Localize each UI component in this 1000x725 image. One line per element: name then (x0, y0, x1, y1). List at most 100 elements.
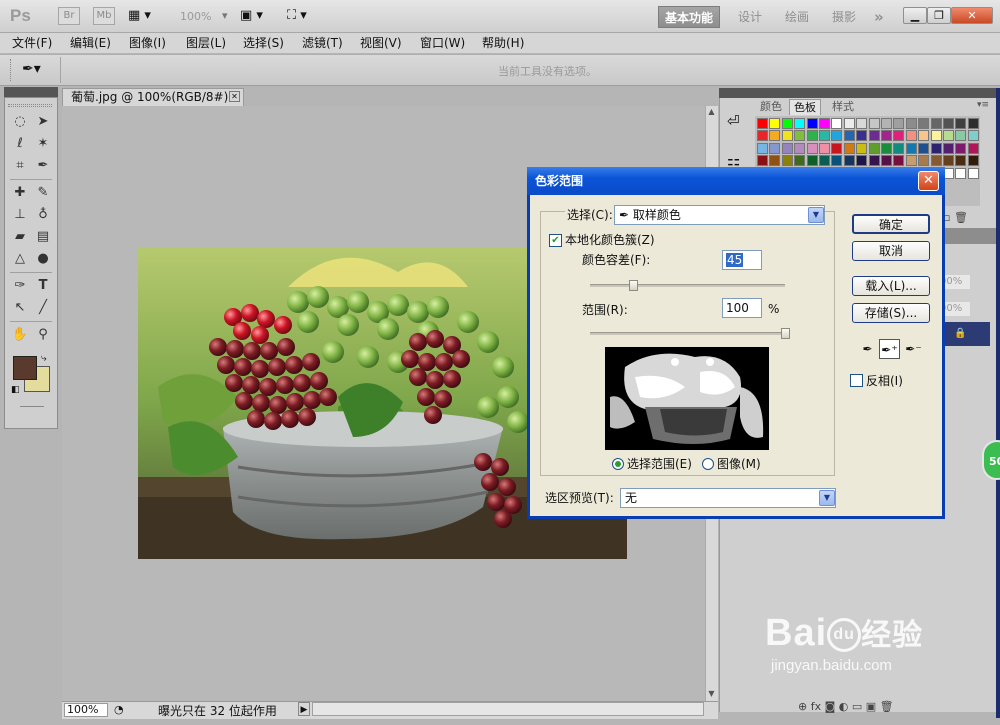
line-tool-icon[interactable]: ╱ (33, 298, 53, 318)
invert-checkbox[interactable] (850, 374, 863, 387)
gradient-tool-icon[interactable]: ▤ (33, 227, 53, 247)
tab-styles[interactable]: 样式 (828, 99, 858, 115)
fuzziness-slider-thumb[interactable] (628, 280, 638, 291)
color-swatch[interactable] (893, 155, 905, 167)
color-swatch[interactable] (955, 142, 967, 154)
swap-colors-icon[interactable]: ⤷ (41, 353, 47, 364)
blur-tool-icon[interactable]: △ (10, 249, 30, 269)
color-swatch[interactable] (794, 142, 806, 154)
brush-tool-icon[interactable]: ✎ (33, 183, 53, 203)
color-swatch[interactable] (967, 118, 979, 129)
color-swatch[interactable] (806, 155, 818, 167)
color-swatch[interactable] (868, 118, 880, 129)
color-swatch[interactable] (806, 142, 818, 154)
color-swatch[interactable] (819, 155, 830, 167)
color-swatch[interactable] (943, 118, 954, 129)
load-button[interactable]: 载入(L)... (852, 276, 930, 296)
color-swatch[interactable] (893, 142, 905, 154)
color-swatch[interactable] (781, 118, 793, 129)
fuzziness-slider-track[interactable] (590, 284, 785, 287)
color-swatch[interactable] (769, 118, 781, 129)
color-swatch[interactable] (819, 142, 830, 154)
floating-badge[interactable]: 50 (982, 440, 1000, 480)
color-swatch[interactable] (930, 118, 942, 129)
color-swatch[interactable] (930, 130, 942, 142)
color-swatch[interactable] (856, 142, 868, 154)
selection-preview-dropdown[interactable]: 无 (620, 488, 836, 508)
menu-filter[interactable]: 滤镜(T) (302, 35, 343, 51)
arrange-documents-dropdown[interactable]: ▣ ▾ (240, 8, 263, 23)
color-swatch[interactable] (905, 155, 917, 167)
default-colors-icon[interactable]: ◧ (11, 385, 20, 395)
type-tool-icon[interactable]: T (33, 276, 53, 296)
eyedropper-sample-icon[interactable]: ✒ (857, 339, 878, 359)
color-swatch[interactable] (868, 155, 880, 167)
toolbox-grip[interactable] (8, 104, 52, 107)
color-swatch[interactable] (794, 118, 806, 129)
toolbox-header[interactable] (4, 87, 58, 97)
color-swatch[interactable] (881, 130, 892, 142)
eyedropper-add-icon[interactable]: ✒⁺ (879, 339, 900, 359)
close-document-icon[interactable]: ✕ (229, 91, 240, 102)
color-swatch[interactable] (943, 155, 954, 167)
color-swatch[interactable] (856, 118, 868, 129)
color-swatch[interactable] (831, 142, 843, 154)
new-swatch-icon[interactable]: ▫ 🗑 (943, 211, 968, 224)
color-swatch[interactable] (955, 167, 967, 179)
fuzziness-input[interactable]: 45 (722, 250, 762, 270)
workspace-essentials[interactable]: 基本功能 (658, 6, 720, 28)
color-swatch[interactable] (868, 142, 880, 154)
tab-color[interactable]: 颜色 (756, 99, 786, 115)
color-swatch[interactable] (918, 118, 930, 129)
menu-window[interactable]: 窗口(W) (420, 35, 465, 51)
magic-wand-tool-icon[interactable]: ✶ (33, 134, 53, 154)
color-swatch[interactable] (905, 130, 917, 142)
color-swatch[interactable] (967, 130, 979, 142)
preview-image-radio[interactable] (702, 458, 714, 470)
color-swatch[interactable] (918, 130, 930, 142)
horizontal-scrollbar[interactable] (312, 702, 704, 716)
color-swatch[interactable] (806, 118, 818, 129)
scroll-down-arrow[interactable]: ▼ (705, 688, 718, 700)
move-tool-icon[interactable]: ➤ (33, 112, 53, 132)
color-swatch[interactable] (806, 130, 818, 142)
minimize-button[interactable]: ▁ (903, 7, 927, 24)
dialog-close-button[interactable]: ✕ (918, 171, 939, 191)
more-workspaces-button[interactable]: » (874, 8, 884, 26)
zoom-chevron-down-icon[interactable]: ▾ (222, 9, 228, 22)
healing-brush-tool-icon[interactable]: ✚ (10, 183, 30, 203)
screen-mode-dropdown[interactable]: ⛶ ▾ (287, 8, 307, 23)
color-swatch[interactable] (843, 130, 855, 142)
clone-stamp-tool-icon[interactable]: ⊥ (10, 205, 30, 225)
color-swatch[interactable] (955, 130, 967, 142)
color-swatch[interactable] (905, 118, 917, 129)
marquee-tool-icon[interactable]: ◌ (10, 112, 30, 132)
color-swatch[interactable] (905, 142, 917, 154)
menu-help[interactable]: 帮助(H) (482, 35, 524, 51)
history-panel-icon[interactable]: ⏎ (727, 112, 740, 130)
status-menu-arrow[interactable]: ▶ (298, 702, 310, 716)
path-selection-tool-icon[interactable]: ↖ (10, 298, 30, 318)
view-extras-dropdown[interactable]: ▦ ▾ (128, 8, 162, 25)
color-swatch[interactable] (943, 142, 954, 154)
options-grip[interactable] (10, 59, 13, 81)
preview-selection-radio[interactable] (612, 458, 624, 470)
menu-file[interactable]: 文件(F) (12, 35, 52, 51)
color-swatch[interactable] (794, 155, 806, 167)
zoom-tool-icon[interactable]: ⚲ (33, 325, 53, 345)
bridge-button[interactable]: Br (58, 7, 80, 25)
cancel-button[interactable]: 取消 (852, 241, 930, 261)
color-swatch[interactable] (893, 118, 905, 129)
ok-button[interactable]: 确定 (852, 214, 930, 234)
selection-preview-thumbnail[interactable] (605, 347, 769, 450)
status-info-icon[interactable]: ◔ (114, 703, 124, 716)
eyedropper-subtract-icon[interactable]: ✒⁻ (903, 339, 924, 359)
menu-view[interactable]: 视图(V) (360, 35, 402, 51)
color-swatch[interactable] (843, 142, 855, 154)
mini-bridge-button[interactable]: Mb (93, 7, 115, 25)
color-swatch[interactable] (781, 155, 793, 167)
panel-dock-header[interactable] (752, 88, 996, 98)
color-swatch[interactable] (757, 130, 768, 142)
workspace-painting[interactable]: 绘画 (785, 8, 809, 26)
color-swatch[interactable] (868, 130, 880, 142)
